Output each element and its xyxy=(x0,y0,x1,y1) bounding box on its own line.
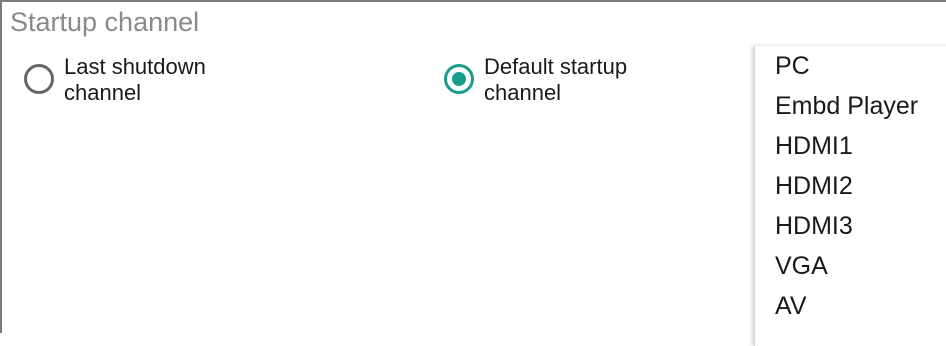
section-title: Startup channel xyxy=(10,7,200,37)
radio-dot-icon xyxy=(452,72,466,86)
dropdown-item-hdmi3[interactable]: HDMI3 xyxy=(755,206,946,246)
radio-unchecked-icon[interactable] xyxy=(24,64,54,94)
dropdown-item-vga[interactable]: VGA xyxy=(755,246,946,286)
dropdown-item-av[interactable]: AV xyxy=(755,286,946,326)
radio-checked-icon[interactable] xyxy=(444,64,474,94)
radio-last-shutdown-channel[interactable]: Last shutdown channel xyxy=(24,54,264,106)
dropdown-item-hdmi1[interactable]: HDMI1 xyxy=(755,126,946,166)
radio-default-startup-channel[interactable]: Default startup channel xyxy=(444,54,684,106)
dropdown-item-pc[interactable]: PC xyxy=(755,46,946,86)
dropdown-item-hdmi2[interactable]: HDMI2 xyxy=(755,166,946,206)
radio-label-default-startup: Default startup channel xyxy=(484,54,628,105)
channel-dropdown-list[interactable]: PC Embd Player HDMI1 HDMI2 HDMI3 VGA AV xyxy=(754,46,946,346)
dropdown-item-embd-player[interactable]: Embd Player xyxy=(755,86,946,126)
radio-label-last-shutdown: Last shutdown channel xyxy=(64,54,206,105)
startup-channel-panel: Startup channel Last shutdown channel De… xyxy=(0,0,946,346)
